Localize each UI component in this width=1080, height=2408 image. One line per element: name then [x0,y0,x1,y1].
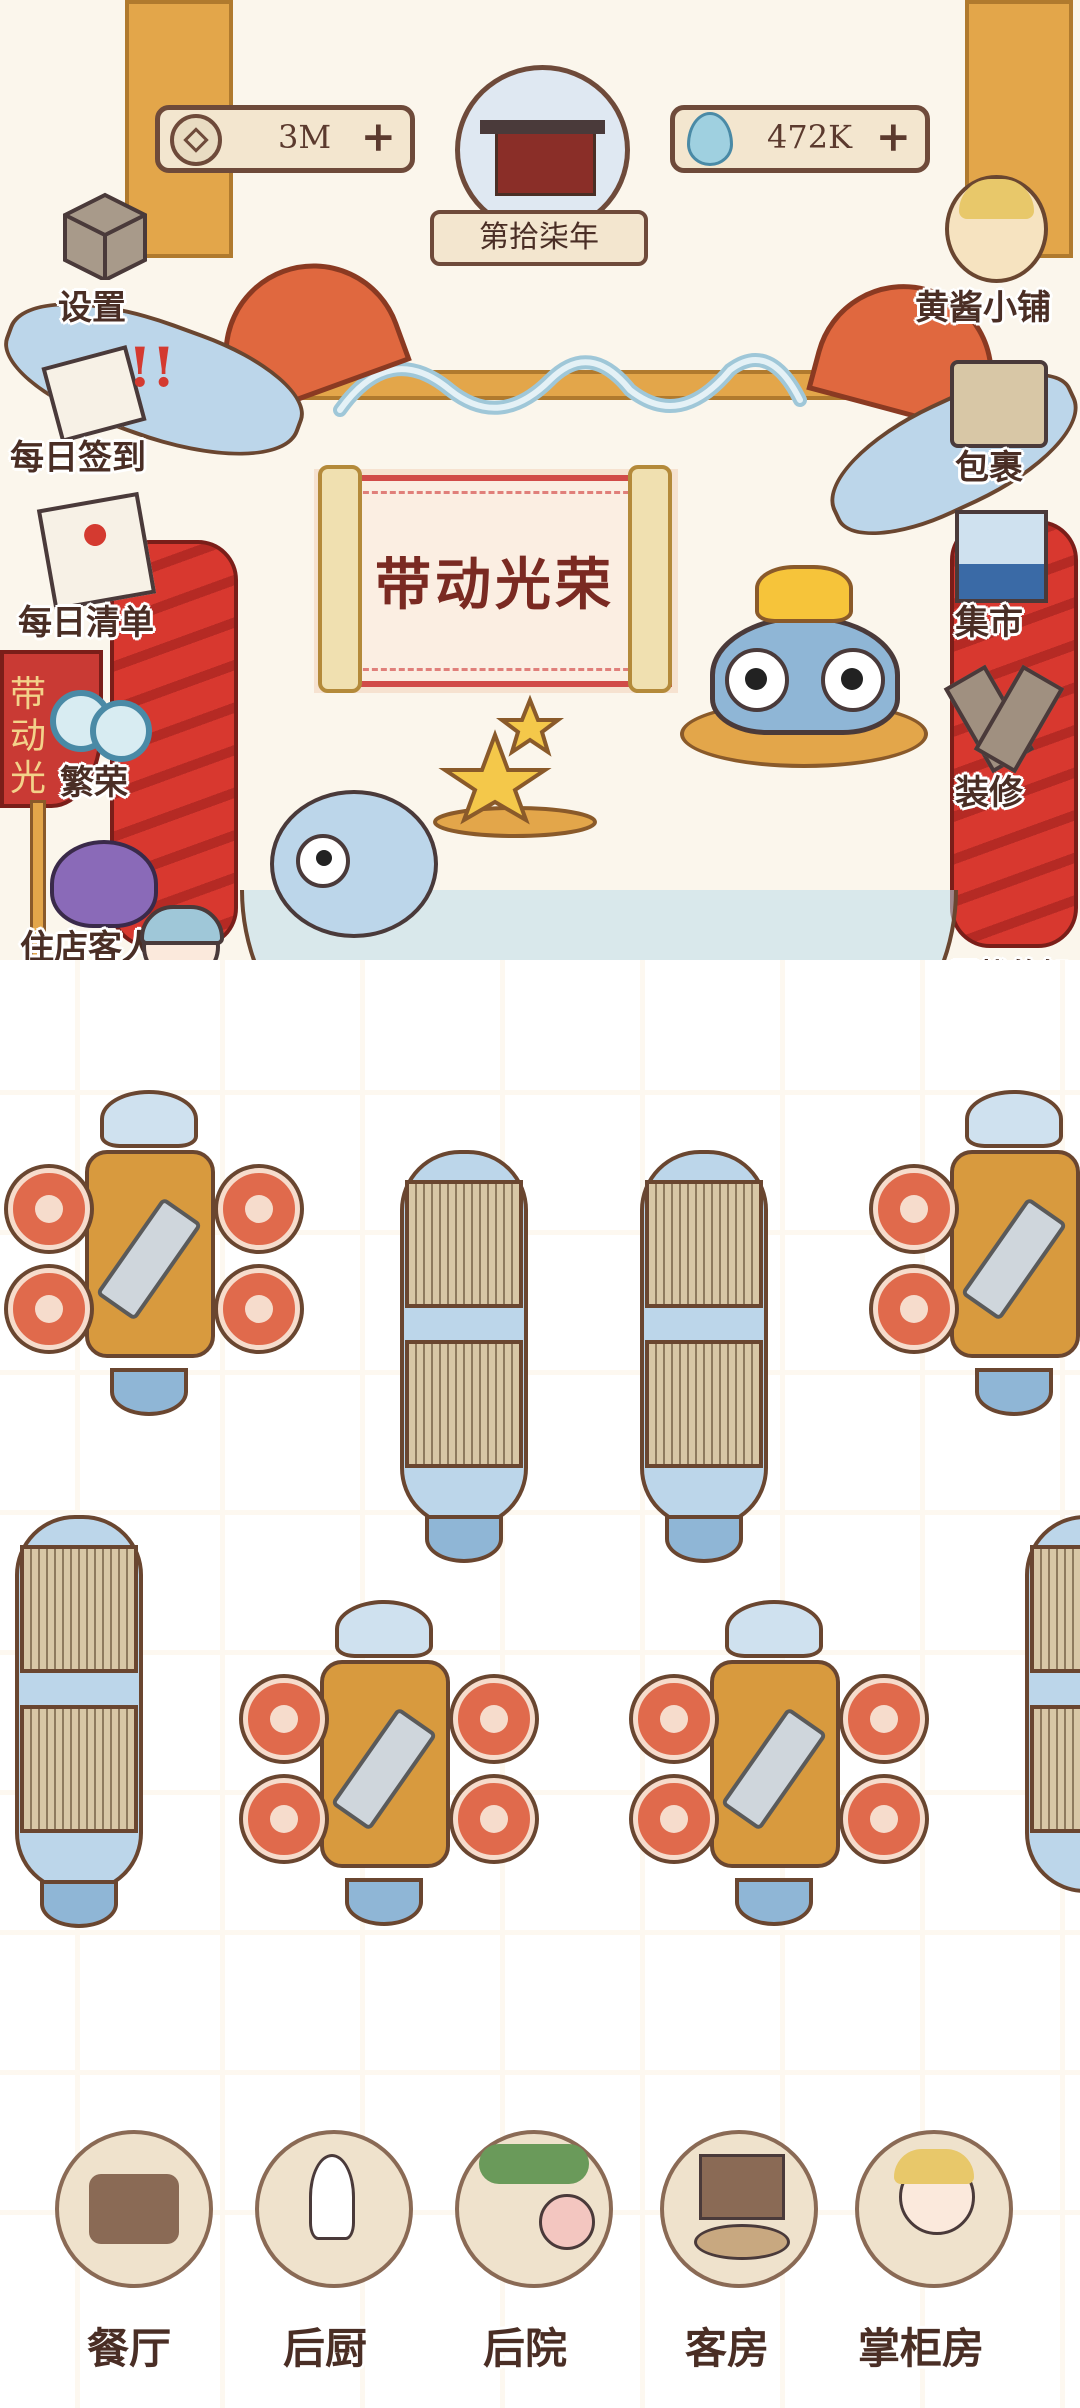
star-trophy [433,694,597,838]
bag-label: 包裹 [955,448,1023,488]
add-coins-icon[interactable]: + [361,112,396,161]
year-label: 第拾柒年 [430,210,648,266]
backyard-icon [455,2130,613,2288]
coin-value: 3M [278,118,332,156]
table-long-1[interactable] [385,1140,545,1563]
daily-list-label: 每日清单 [18,603,154,643]
coin-counter[interactable]: 3M + [155,105,415,173]
decorate-button[interactable] [943,664,1065,774]
ring-icon-2 [90,700,152,762]
banner-text: 带动光荣 [375,552,615,618]
basket-icon [950,360,1048,448]
nav-manager-label: 掌柜房 [858,2324,985,2373]
shop-label: 黄酱小铺 [915,288,1051,328]
shop-button[interactable] [930,175,1055,283]
exclamation-icon: !! [128,335,176,399]
shopkeeper-icon [945,175,1048,283]
table-long-2[interactable] [625,1140,785,1563]
nav-guestroom-label: 客房 [685,2324,770,2373]
nav-restaurant-label: 餐厅 [87,2324,172,2373]
gem-icon [687,112,733,166]
tank-fish [270,790,438,938]
market-label: 集市 [955,603,1023,643]
nav-kitchen-label: 后厨 [283,2324,368,2373]
add-gems-icon[interactable]: + [876,112,911,161]
prosperity-label: 繁荣 [60,763,128,803]
kitchen-icon [255,2130,413,2288]
daily-checkin-button[interactable]: !! [40,335,175,444]
nav-backyard[interactable]: 后院 [445,2130,615,2373]
nav-manager-room[interactable]: 掌柜房 [840,2130,1030,2373]
daily-checkin-label: 每日签到 [10,438,146,478]
box-icon [63,192,147,283]
coin-icon [170,114,222,166]
table-board-4[interactable] [625,1600,925,1930]
table-board-1[interactable] [0,1090,300,1420]
table-long-3[interactable] [0,1505,160,1928]
settings-button[interactable] [45,185,150,283]
nav-backyard-label: 后院 [483,2324,568,2373]
notebook-icon [36,491,157,612]
manager-icon [855,2130,1013,2288]
settings-label: 设置 [58,288,126,328]
gem-value: 472K [767,118,852,156]
scroll-rod-right [628,465,672,693]
gem-counter[interactable]: 472K + [670,105,930,173]
guestroom-icon [660,2130,818,2288]
table-board-2[interactable] [865,1090,1080,1420]
market-button[interactable] [945,500,1050,603]
table-board-3[interactable] [235,1600,535,1930]
daily-list-button[interactable] [36,491,157,612]
gold-ingot [755,565,853,623]
prosperity-button[interactable] [45,680,160,765]
nav-guestroom[interactable]: 客房 [650,2130,820,2373]
bag-button[interactable] [940,340,1050,448]
scroll-rod-left [318,465,362,693]
nav-restaurant[interactable]: 餐厅 [45,2130,215,2373]
fish-creature[interactable] [710,615,900,735]
nav-kitchen[interactable]: 后厨 [245,2130,415,2373]
decorate-label: 装修 [955,773,1023,813]
restaurant-icon [55,2130,213,2288]
display-case-icon [955,510,1048,603]
table-long-4[interactable] [1010,1505,1080,1925]
